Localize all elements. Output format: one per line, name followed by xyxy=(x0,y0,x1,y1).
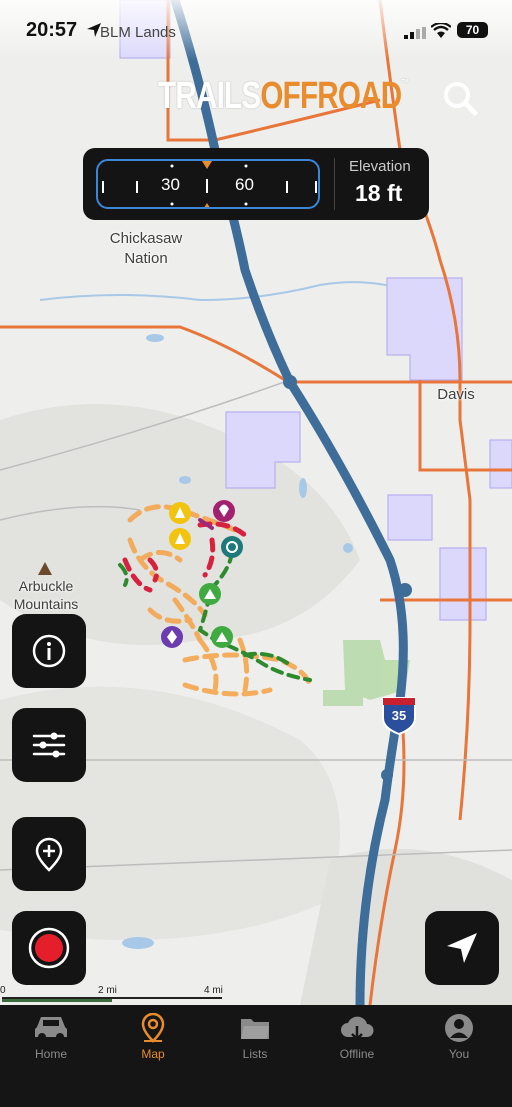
app-logo: TRAILS OFFROAD ™ xyxy=(158,70,409,122)
tab-you[interactable]: You xyxy=(419,1013,499,1075)
tab-map-label: Map xyxy=(141,1047,165,1061)
compass-tick-30: 30 xyxy=(161,175,180,194)
scale-zero: 0 xyxy=(0,985,6,996)
wifi-icon xyxy=(431,23,451,38)
scale-end: 4 mi xyxy=(204,985,223,996)
elevation-label: Elevation xyxy=(349,158,411,175)
add-pin-icon xyxy=(35,837,63,872)
scale-mid: 2 mi xyxy=(98,985,117,996)
logo-trademark: ™ xyxy=(401,78,409,89)
logo-offroad: OFFROAD xyxy=(260,74,402,117)
navigate-icon xyxy=(447,933,477,963)
map-label-davis: Davis xyxy=(437,386,475,403)
map-scale-bar: 0 2 mi 4 mi xyxy=(0,985,240,1005)
compass-ticks xyxy=(102,161,317,207)
status-time: 20:57 xyxy=(26,19,78,41)
add-waypoint-button[interactable] xyxy=(12,817,86,891)
elevation-value: 18 ft xyxy=(355,180,403,206)
status-bar: 20:57 BLM Lands 70 xyxy=(0,0,512,60)
tab-you-label: You xyxy=(448,1047,470,1061)
scale-segment xyxy=(2,999,112,1002)
bottom-tab-bar: Home Map Lists Offline You xyxy=(0,1005,512,1107)
tab-map[interactable]: Map xyxy=(113,1013,193,1075)
cloud-download-icon xyxy=(341,1016,374,1041)
compass-tick-60: 60 xyxy=(235,175,254,194)
map-label-arbuckle: Arbuckle Mountains xyxy=(13,578,79,612)
search-button[interactable] xyxy=(441,79,479,117)
tab-home-label: Home xyxy=(34,1047,67,1061)
tab-home[interactable]: Home xyxy=(11,1013,91,1075)
map-pin-icon xyxy=(141,1013,165,1043)
info-icon xyxy=(32,634,66,668)
user-icon xyxy=(445,1014,473,1042)
overlay-label: BLM Lands xyxy=(100,24,176,41)
info-button[interactable] xyxy=(12,614,86,688)
signal-icon xyxy=(404,27,426,39)
filters-button[interactable] xyxy=(12,708,86,782)
record-icon xyxy=(28,927,70,969)
map-label-chickasaw: Chickasaw Nation xyxy=(109,230,183,267)
tab-lists[interactable]: Lists xyxy=(215,1013,295,1075)
sliders-icon xyxy=(32,732,66,758)
interstate-shield-label: 35 xyxy=(391,708,407,723)
battery-indicator: 70 xyxy=(457,22,488,38)
folder-icon xyxy=(241,1019,269,1039)
tab-lists-label: Lists xyxy=(242,1047,268,1061)
compass-elevation-panel: 30 60 Elevation 18 ft xyxy=(83,148,429,220)
elevation-divider xyxy=(334,158,335,210)
record-button[interactable] xyxy=(12,911,86,985)
logo-trails: TRAILS xyxy=(158,74,261,117)
tab-offline-label: Offline xyxy=(339,1047,375,1061)
jeep-icon xyxy=(35,1017,67,1041)
compass-tape: 30 60 xyxy=(96,159,320,209)
locate-button[interactable] xyxy=(425,911,499,985)
tab-offline[interactable]: Offline xyxy=(317,1013,397,1075)
search-icon xyxy=(444,82,478,116)
